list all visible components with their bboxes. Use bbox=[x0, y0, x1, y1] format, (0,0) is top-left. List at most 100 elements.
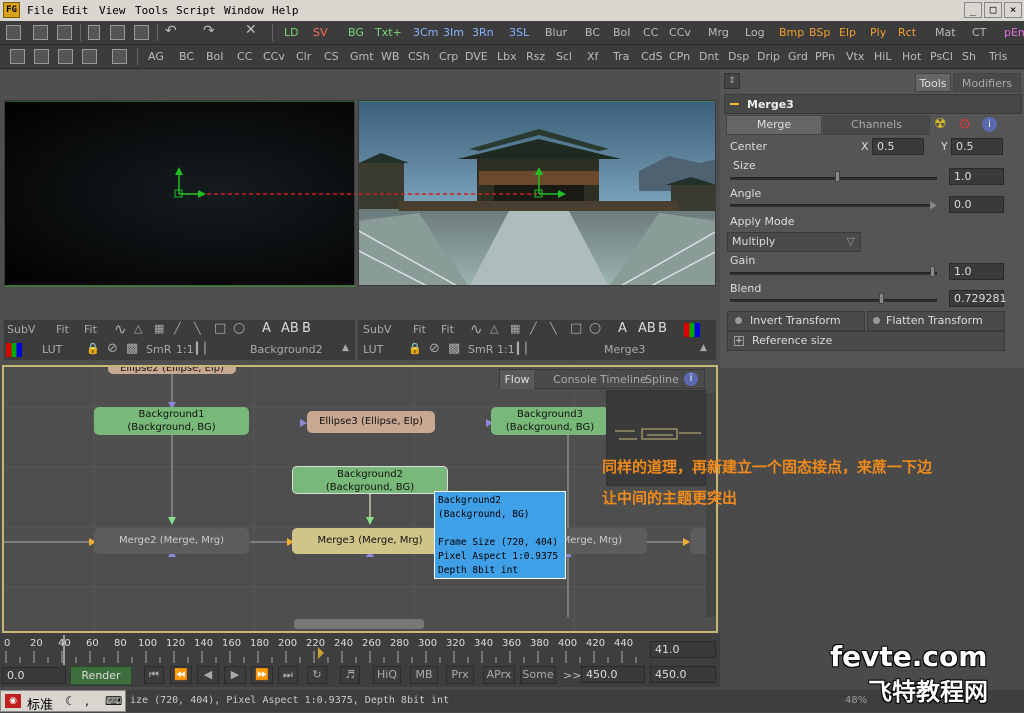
tool-vtx[interactable]: Vtx bbox=[846, 50, 864, 63]
keyboard-icon[interactable]: ⌨ bbox=[105, 694, 122, 708]
tool-pscl[interactable]: PsCl bbox=[930, 50, 953, 63]
checker-icon[interactable]: ▩ bbox=[126, 341, 138, 356]
tool-header[interactable]: Merge3 bbox=[724, 94, 1022, 114]
apply-mode-select[interactable]: Multiply ▽ bbox=[727, 232, 861, 252]
punctuation-icon[interactable]: ‚ bbox=[85, 694, 89, 708]
transform-gizmo[interactable] bbox=[5, 101, 356, 287]
viewer-left[interactable] bbox=[4, 100, 356, 287]
histogram-icon[interactable]: ▎▏ bbox=[517, 342, 534, 355]
tab-flow[interactable]: Flow bbox=[500, 370, 534, 389]
fit-button[interactable]: Fit bbox=[56, 323, 69, 336]
tab-modifiers[interactable]: Modifiers bbox=[953, 73, 1021, 92]
tool-bc2[interactable]: BC bbox=[179, 50, 194, 63]
loop-icon[interactable]: ↻ bbox=[307, 666, 327, 684]
tool-log[interactable]: Log bbox=[745, 26, 765, 39]
tool-bol[interactable]: BoI bbox=[613, 26, 631, 39]
center-y-input[interactable]: 0.5 bbox=[951, 138, 1003, 155]
render-start-input[interactable]: 0.0 bbox=[2, 667, 66, 684]
tab-console[interactable]: Console bbox=[550, 370, 600, 389]
menu-file[interactable]: File bbox=[27, 4, 54, 17]
gain-input[interactable]: 1.0 bbox=[949, 263, 1004, 280]
layout-single-icon[interactable] bbox=[10, 49, 25, 64]
blend-input[interactable]: 0.729281 bbox=[949, 290, 1007, 307]
chevron-up-icon[interactable]: ▲ bbox=[342, 343, 349, 353]
angle-slider[interactable] bbox=[730, 204, 937, 207]
tool-ld[interactable]: LD bbox=[284, 26, 299, 39]
moon-icon[interactable]: ☾ bbox=[65, 694, 76, 708]
text-b-tool[interactable]: B bbox=[302, 321, 311, 336]
go-end-icon[interactable]: ⏭ bbox=[278, 666, 298, 684]
ratio-button[interactable]: 1:1 bbox=[176, 343, 194, 356]
tool-rct[interactable]: Rct bbox=[898, 26, 916, 39]
tool-bmp[interactable]: Bmp bbox=[779, 26, 804, 39]
tool-mat[interactable]: Mat bbox=[935, 26, 956, 39]
tool-bsp[interactable]: BSp bbox=[809, 26, 830, 39]
grid-icon[interactable]: ▦ bbox=[154, 322, 164, 335]
tool-txt[interactable]: Txt+ bbox=[375, 26, 402, 39]
node-ellipse3[interactable]: Ellipse3 (Ellipse, Elp) bbox=[307, 411, 435, 433]
subview-menu[interactable]: SubV bbox=[363, 323, 391, 336]
tool-pem[interactable]: pEm bbox=[1004, 26, 1024, 39]
open-file-icon[interactable] bbox=[33, 25, 48, 40]
wand-icon[interactable]: ╲ bbox=[194, 322, 201, 335]
radioactive-icon[interactable]: ☢ bbox=[934, 116, 947, 132]
spline-icon[interactable]: ∿ bbox=[114, 320, 127, 338]
undo-icon[interactable]: ↶ bbox=[165, 23, 177, 39]
tool-ply[interactable]: Ply bbox=[870, 26, 886, 39]
tool-wb[interactable]: WB bbox=[381, 50, 399, 63]
tool-trls[interactable]: Trls bbox=[989, 50, 1007, 63]
tool-ccv[interactable]: CCv bbox=[669, 26, 691, 39]
grid-icon[interactable]: ▦ bbox=[510, 322, 520, 335]
layout-custom-icon[interactable] bbox=[112, 49, 127, 64]
tool-3im[interactable]: 3Im bbox=[443, 26, 464, 39]
node-merge3[interactable]: Merge3 (Merge, Mrg) bbox=[292, 528, 448, 554]
subview-menu[interactable]: SubV bbox=[7, 323, 35, 336]
tool-grd[interactable]: Grd bbox=[788, 50, 808, 63]
tool-scl[interactable]: Scl bbox=[556, 50, 572, 63]
tool-tra[interactable]: Tra bbox=[613, 50, 629, 63]
chevron-updown-icon[interactable]: ⇕ bbox=[724, 73, 740, 89]
layout-bottom-icon[interactable] bbox=[58, 49, 73, 64]
rectangle-icon[interactable]: □ bbox=[570, 321, 582, 336]
angle-arrow-icon[interactable]: ▶ bbox=[930, 200, 938, 211]
text-a-tool[interactable]: A bbox=[262, 321, 271, 336]
timeline-ruler[interactable]: 0 20 40 60 80 100 120 140 160 180 200 22… bbox=[0, 633, 720, 665]
size-input[interactable]: 1.0 bbox=[949, 168, 1004, 185]
node-background1[interactable]: Background1 (Background, BG) bbox=[94, 407, 249, 435]
blend-slider-knob[interactable] bbox=[879, 293, 884, 304]
fit-button-2[interactable]: Fit bbox=[441, 323, 454, 336]
subtab-merge[interactable]: Merge bbox=[726, 115, 822, 135]
lock-icon[interactable]: 🔒 bbox=[408, 342, 422, 355]
tool-drip[interactable]: Drip bbox=[757, 50, 780, 63]
wand-icon[interactable]: ╲ bbox=[550, 322, 557, 335]
tool-bol2[interactable]: BoI bbox=[206, 50, 224, 63]
tool-3rn[interactable]: 3Rn bbox=[472, 26, 494, 39]
tool-hil[interactable]: HiL bbox=[874, 50, 891, 63]
menu-tools[interactable]: Tools bbox=[135, 4, 168, 17]
step-forward-icon[interactable]: ⏩ bbox=[251, 666, 273, 684]
angle-input[interactable]: 0.0 bbox=[949, 196, 1004, 213]
play-reverse-icon[interactable]: ◀ bbox=[197, 666, 219, 684]
tool-cpn[interactable]: CPn bbox=[669, 50, 690, 63]
menu-window[interactable]: Window bbox=[224, 4, 264, 17]
size-slider-knob[interactable] bbox=[835, 171, 840, 182]
tool-sv[interactable]: SV bbox=[313, 26, 328, 39]
delete-icon[interactable]: ✕ bbox=[245, 22, 257, 38]
lock-icon[interactable]: 🔒 bbox=[86, 342, 100, 355]
prx-button[interactable]: Prx bbox=[446, 666, 474, 684]
layout-wide-icon[interactable] bbox=[82, 49, 97, 64]
tool-ct[interactable]: CT bbox=[972, 26, 986, 39]
tab-spline[interactable]: Spline bbox=[643, 370, 681, 389]
lut-button[interactable]: LUT bbox=[363, 343, 383, 356]
aprx-button[interactable]: APrx bbox=[483, 666, 515, 684]
tool-dnt[interactable]: Dnt bbox=[699, 50, 719, 63]
text-b-tool[interactable]: B bbox=[658, 321, 667, 336]
current-frame-input[interactable]: 41.0 bbox=[650, 641, 716, 658]
save-file-icon[interactable] bbox=[57, 25, 72, 40]
tool-clr[interactable]: Clr bbox=[296, 50, 311, 63]
go-start-icon[interactable]: ⏮ bbox=[144, 666, 164, 684]
tool-cc2[interactable]: CC bbox=[237, 50, 252, 63]
tool-dve[interactable]: DVE bbox=[465, 50, 488, 63]
tab-timeline[interactable]: Timeline bbox=[600, 370, 647, 389]
tool-ag[interactable]: AG bbox=[148, 50, 164, 63]
